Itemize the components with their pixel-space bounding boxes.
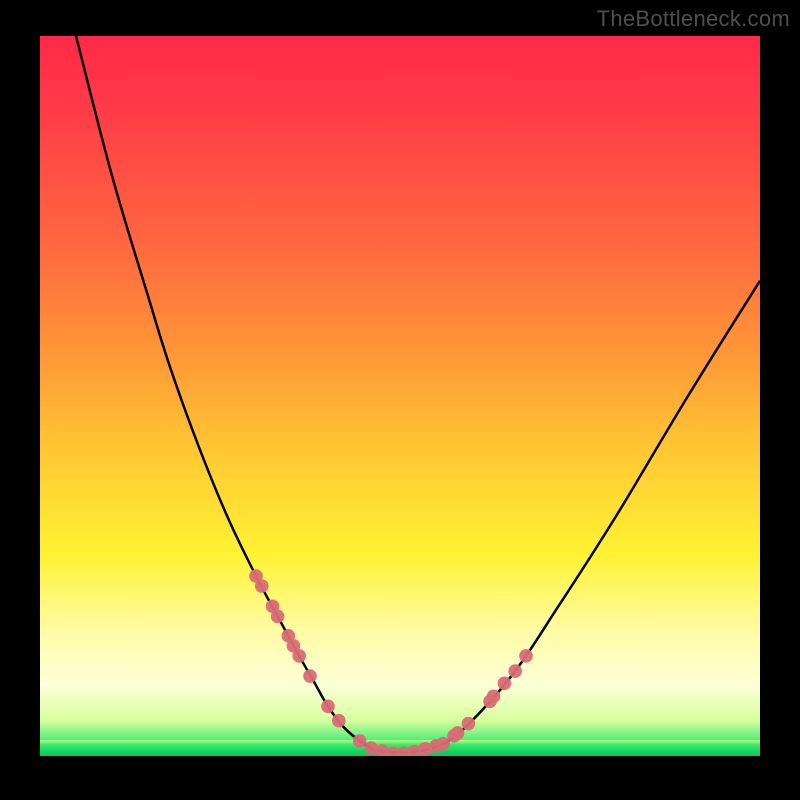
highlight-dots: [249, 569, 533, 756]
highlight-dot: [271, 610, 285, 624]
chart-canvas: TheBottleneck.com: [0, 0, 800, 800]
plot-area: [40, 36, 760, 756]
highlight-dot: [487, 689, 501, 703]
highlight-dot: [353, 734, 367, 748]
watermark-text: TheBottleneck.com: [597, 6, 790, 32]
highlight-dot: [519, 649, 533, 663]
highlight-dot: [462, 717, 476, 731]
curve-line: [76, 36, 760, 752]
highlight-dot: [498, 676, 512, 690]
highlight-dot: [508, 664, 522, 678]
highlight-dot: [436, 737, 450, 751]
highlight-dot: [451, 726, 465, 740]
highlight-dot: [292, 649, 306, 663]
highlight-dot: [255, 579, 269, 593]
highlight-dot: [303, 669, 317, 683]
bottleneck-curve: [40, 36, 760, 756]
highlight-dot: [332, 714, 346, 728]
highlight-dot: [321, 700, 335, 714]
